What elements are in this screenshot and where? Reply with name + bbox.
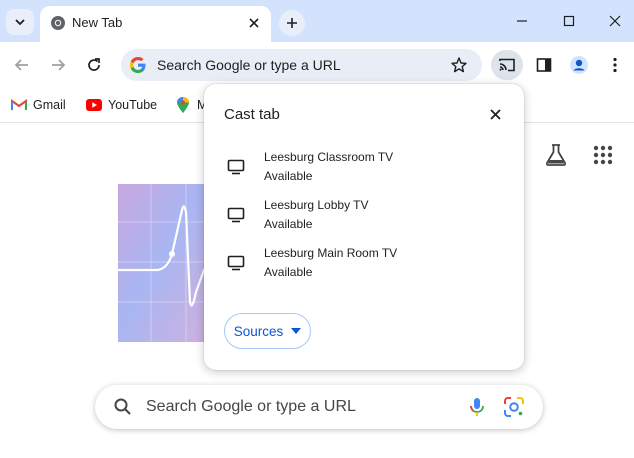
side-panel-button[interactable]	[531, 52, 557, 78]
omnibox[interactable]: Search Google or type a URL	[121, 49, 482, 81]
reload-icon	[88, 58, 100, 71]
chevron-down-icon	[15, 19, 25, 26]
bookmark-label: Gmail	[33, 98, 66, 112]
forward-button[interactable]	[45, 52, 71, 78]
sources-label: Sources	[233, 323, 284, 339]
minimize-icon	[517, 20, 527, 22]
bookmark-label: YouTube	[108, 98, 158, 112]
cast-sink-item[interactable]: Leesburg Main Room TV Available	[204, 246, 524, 286]
back-button[interactable]	[9, 52, 35, 78]
omnibox-text: Search Google or type a URL	[157, 57, 341, 73]
window-close-button[interactable]	[600, 8, 630, 34]
avatar-icon	[570, 56, 588, 74]
tab-new-tab[interactable]: New Tab	[40, 6, 271, 42]
new-tab-button[interactable]	[279, 10, 305, 36]
maps-icon	[175, 97, 191, 113]
cast-dialog-title: Cast tab	[224, 106, 280, 123]
google-apps-icon[interactable]	[592, 144, 614, 166]
tv-icon	[227, 159, 245, 175]
cast-sink-status: Available	[264, 169, 313, 183]
google-lens-icon[interactable]	[503, 396, 525, 418]
cast-sink-name: Leesburg Classroom TV	[264, 150, 394, 164]
dropdown-triangle-icon	[291, 328, 302, 334]
star-icon[interactable]	[450, 56, 468, 74]
side-panel-icon	[536, 58, 552, 72]
tab-search-button[interactable]	[6, 9, 34, 35]
cast-dialog: Cast tab Leesburg Classroom TV Available…	[204, 84, 524, 370]
sources-button[interactable]: Sources	[224, 313, 311, 349]
minimize-button[interactable]	[507, 8, 537, 34]
cast-sink-item[interactable]: Leesburg Classroom TV Available	[204, 150, 524, 190]
cast-icon	[499, 58, 515, 72]
ntp-search-box[interactable]: Search Google or type a URL	[95, 385, 543, 429]
youtube-icon	[86, 97, 102, 113]
close-icon	[249, 18, 259, 28]
tab-title: New Tab	[72, 15, 123, 30]
kebab-menu-icon	[613, 57, 617, 73]
tv-icon	[227, 255, 245, 271]
close-icon	[609, 15, 621, 27]
gmail-icon	[11, 97, 27, 113]
plus-icon	[287, 18, 297, 28]
close-icon	[489, 108, 501, 120]
bookmark-maps[interactable]: M	[175, 95, 207, 115]
menu-button[interactable]	[602, 52, 628, 78]
arrow-left-icon	[14, 59, 28, 71]
toolbar: Search Google or type a URL	[0, 42, 634, 88]
microphone-icon[interactable]	[468, 397, 486, 417]
cast-sink-name: Leesburg Main Room TV	[264, 246, 398, 260]
google-doodle-image[interactable]	[116, 182, 216, 344]
tab-strip: New Tab	[0, 0, 634, 42]
maximize-button[interactable]	[554, 8, 584, 34]
bookmark-gmail[interactable]: Gmail	[11, 95, 66, 115]
ntp-search-placeholder: Search Google or type a URL	[146, 398, 356, 415]
cast-sink-status: Available	[264, 265, 313, 279]
tab-close-button[interactable]	[245, 14, 263, 32]
cast-sink-item[interactable]: Leesburg Lobby TV Available	[204, 198, 524, 238]
maximize-icon	[563, 15, 575, 27]
search-icon	[114, 398, 131, 415]
cast-sink-status: Available	[264, 217, 313, 231]
tv-icon	[227, 207, 245, 223]
cast-button[interactable]	[491, 50, 523, 80]
chrome-icon	[51, 16, 65, 30]
arrow-right-icon	[52, 59, 66, 71]
labs-icon[interactable]	[543, 142, 569, 168]
google-g-icon	[130, 57, 146, 73]
browser-window: New Tab Search Google or type a URL Gmai…	[0, 0, 634, 458]
reload-button[interactable]	[81, 52, 107, 78]
bookmark-youtube[interactable]: YouTube	[86, 95, 157, 115]
cast-sink-name: Leesburg Lobby TV	[264, 198, 369, 212]
cast-dialog-close-button[interactable]	[486, 105, 504, 123]
profile-button[interactable]	[566, 52, 592, 78]
